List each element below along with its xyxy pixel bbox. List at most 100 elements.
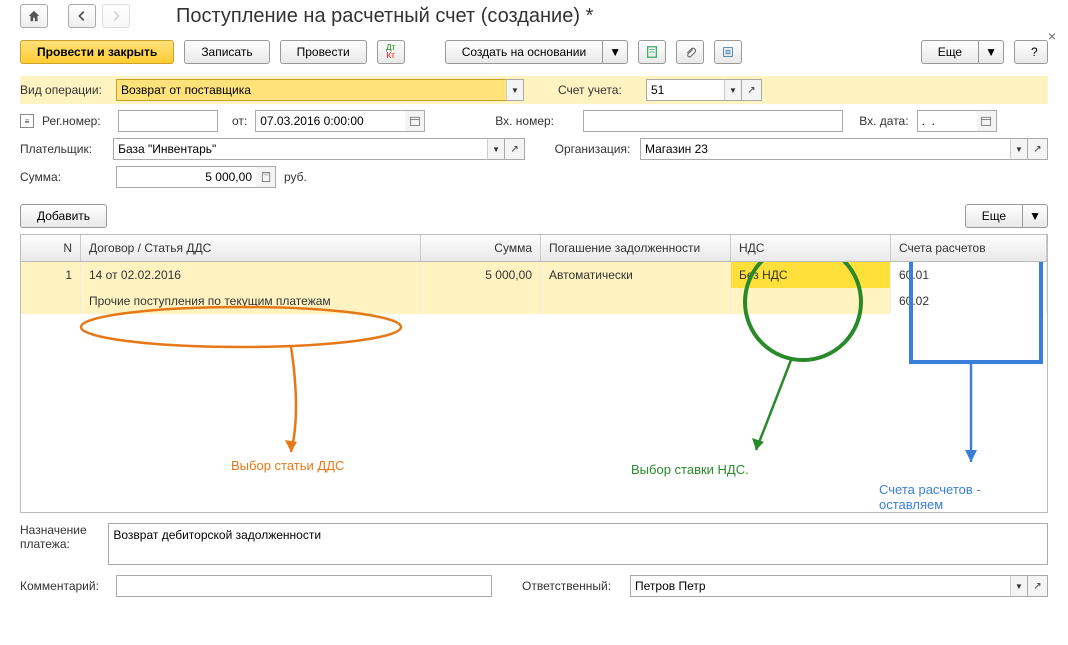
col-sum[interactable]: Сумма bbox=[421, 235, 541, 261]
list-icon bbox=[721, 45, 735, 59]
table-toolbar: Добавить Еще ▼ bbox=[0, 198, 1068, 234]
responsible-label: Ответственный: bbox=[522, 579, 622, 593]
account-label: Счет учета: bbox=[558, 83, 638, 97]
org-dropdown[interactable]: ▼ bbox=[1010, 138, 1028, 160]
grid-more-group: Еще ▼ bbox=[965, 204, 1048, 228]
save-button[interactable]: Записать bbox=[184, 40, 269, 64]
cell-dds[interactable]: Прочие поступления по текущим платежам bbox=[81, 288, 421, 314]
account-dropdown[interactable]: ▼ bbox=[724, 79, 742, 101]
responsible-dropdown[interactable]: ▼ bbox=[1010, 575, 1028, 597]
payer-label: Плательщик: bbox=[20, 142, 105, 156]
cell-vat[interactable]: Без НДС bbox=[731, 262, 891, 288]
purpose-textarea[interactable] bbox=[108, 523, 1048, 565]
in-num-input[interactable] bbox=[583, 110, 843, 132]
in-date-label: Вх. дата: bbox=[859, 114, 908, 128]
more-dropdown[interactable]: ▼ bbox=[978, 40, 1004, 64]
form-area: Вид операции: ▼ Счет учета: ▼ ↗ ≡ Рег.но… bbox=[0, 72, 1068, 198]
list-button[interactable] bbox=[714, 40, 742, 64]
in-date-picker[interactable] bbox=[977, 110, 997, 132]
forward-button[interactable] bbox=[102, 4, 130, 28]
purpose-label: Назначение платежа: bbox=[20, 523, 100, 551]
in-num-label: Вх. номер: bbox=[495, 114, 575, 128]
op-type-input[interactable] bbox=[116, 79, 506, 101]
more-button[interactable]: Еще bbox=[921, 40, 978, 64]
table-row[interactable]: Прочие поступления по текущим платежам 6… bbox=[21, 288, 1047, 314]
cell-contract[interactable]: 14 от 02.02.2016 bbox=[81, 262, 421, 288]
cell-s2 bbox=[421, 288, 541, 314]
date-picker[interactable] bbox=[405, 110, 425, 132]
dtkt-icon: ДтКт bbox=[386, 44, 395, 60]
calendar-icon bbox=[409, 115, 421, 127]
cell-acc2[interactable]: 60.02 bbox=[891, 288, 1047, 314]
home-icon bbox=[27, 9, 41, 23]
comment-input[interactable] bbox=[116, 575, 492, 597]
grid-more-button[interactable]: Еще bbox=[965, 204, 1022, 228]
op-type-dropdown[interactable]: ▼ bbox=[506, 79, 524, 101]
col-contract[interactable]: Договор / Статья ДДС bbox=[81, 235, 421, 261]
add-row-button[interactable]: Добавить bbox=[20, 204, 107, 228]
back-button[interactable] bbox=[68, 4, 96, 28]
annotation-vat: Выбор ставки НДС. bbox=[631, 462, 749, 477]
reg-num-input[interactable] bbox=[118, 110, 218, 132]
calendar-icon bbox=[980, 115, 992, 127]
annotation-accounts: Счета расчетов - оставляем bbox=[879, 482, 1047, 512]
responsible-input[interactable] bbox=[630, 575, 1010, 597]
from-label: от: bbox=[232, 114, 247, 128]
table-row[interactable]: 1 14 от 02.02.2016 5 000,00 Автоматическ… bbox=[21, 262, 1047, 288]
arrow-right-icon bbox=[109, 9, 123, 23]
payments-grid: N Договор / Статья ДДС Сумма Погашение з… bbox=[20, 234, 1048, 513]
reg-num-label: Рег.номер: bbox=[42, 114, 110, 128]
top-nav-bar: Поступление на расчетный счет (создание)… bbox=[0, 0, 1068, 32]
org-label: Организация: bbox=[555, 142, 632, 156]
reg-icon: ≡ bbox=[20, 114, 34, 128]
sum-calc[interactable] bbox=[256, 166, 276, 188]
account-open[interactable]: ↗ bbox=[742, 79, 762, 101]
comment-label: Комментарий: bbox=[20, 579, 108, 593]
post-button[interactable]: Провести bbox=[280, 40, 367, 64]
payer-input[interactable] bbox=[113, 138, 487, 160]
op-type-label: Вид операции: bbox=[20, 83, 108, 97]
date-input[interactable] bbox=[255, 110, 405, 132]
create-based-button[interactable]: Создать на основании bbox=[445, 40, 603, 64]
annotation-dds: Выбор статьи ДДС bbox=[231, 458, 344, 473]
help-button[interactable]: ? bbox=[1014, 40, 1048, 64]
grid-header: N Договор / Статья ДДС Сумма Погашение з… bbox=[21, 235, 1047, 262]
responsible-open[interactable]: ↗ bbox=[1028, 575, 1048, 597]
cell-n2 bbox=[21, 288, 81, 314]
paperclip-icon bbox=[683, 45, 697, 59]
clip-button[interactable] bbox=[676, 40, 704, 64]
page-title: Поступление на расчетный счет (создание)… bbox=[176, 5, 593, 28]
calculator-icon bbox=[260, 171, 272, 183]
close-button[interactable]: × bbox=[1048, 28, 1056, 44]
cell-p2 bbox=[541, 288, 731, 314]
home-button[interactable] bbox=[20, 4, 48, 28]
cell-acc1[interactable]: 60.01 bbox=[891, 262, 1047, 288]
document-icon bbox=[645, 45, 659, 59]
create-based-group: Создать на основании ▼ bbox=[445, 40, 628, 64]
col-n[interactable]: N bbox=[21, 235, 81, 261]
arrow-left-icon bbox=[75, 9, 89, 23]
post-and-close-button[interactable]: Провести и закрыть bbox=[20, 40, 174, 64]
col-vat[interactable]: НДС bbox=[731, 235, 891, 261]
action-bar: Провести и закрыть Записать Провести ДтК… bbox=[0, 32, 1068, 72]
sum-input[interactable] bbox=[116, 166, 256, 188]
bottom-form: Назначение платежа: Комментарий: Ответст… bbox=[0, 513, 1068, 613]
in-date-input[interactable] bbox=[917, 110, 977, 132]
col-accounts[interactable]: Счета расчетов bbox=[891, 235, 1047, 261]
cell-sum[interactable]: 5 000,00 bbox=[421, 262, 541, 288]
grid-more-dropdown[interactable]: ▼ bbox=[1022, 204, 1048, 228]
col-debt[interactable]: Погашение задолженности bbox=[541, 235, 731, 261]
account-input[interactable] bbox=[646, 79, 724, 101]
grid-body: 1 14 от 02.02.2016 5 000,00 Автоматическ… bbox=[21, 262, 1047, 512]
cell-debt[interactable]: Автоматически bbox=[541, 262, 731, 288]
doc-icon-button[interactable] bbox=[638, 40, 666, 64]
cell-n: 1 bbox=[21, 262, 81, 288]
org-open[interactable]: ↗ bbox=[1028, 138, 1048, 160]
sum-label: Сумма: bbox=[20, 170, 108, 184]
create-based-dropdown[interactable]: ▼ bbox=[602, 40, 628, 64]
dtkt-button[interactable]: ДтКт bbox=[377, 40, 405, 64]
payer-dropdown[interactable]: ▼ bbox=[487, 138, 505, 160]
cell-v2 bbox=[731, 288, 891, 314]
org-input[interactable] bbox=[640, 138, 1010, 160]
payer-open[interactable]: ↗ bbox=[505, 138, 525, 160]
